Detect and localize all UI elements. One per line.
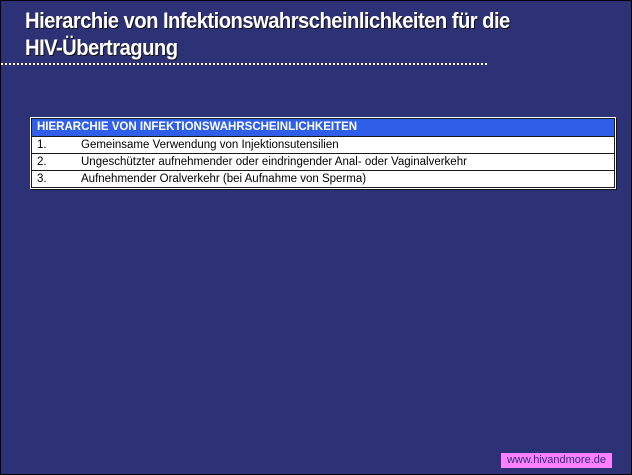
row-number: 1. (37, 139, 47, 151)
table-header: HIERARCHIE VON INFEKTIONSWAHRSCHEINLICHK… (31, 118, 615, 137)
table-row: 1. Gemeinsame Verwendung von Injektionsu… (31, 137, 615, 154)
row-number: 2. (37, 156, 47, 168)
row-number: 3. (37, 173, 47, 185)
hierarchy-table: HIERARCHIE VON INFEKTIONSWAHRSCHEINLICHK… (30, 117, 616, 189)
title-line-1: Hierarchie von Infektionswahrscheinlichk… (25, 8, 510, 33)
row-text: Ungeschützter aufnehmender oder eindring… (81, 156, 467, 168)
title-line-2: HIV-Übertragung (25, 35, 178, 60)
slide: Hierarchie von Infektionswahrscheinlichk… (0, 0, 632, 475)
slide-title: Hierarchie von Infektionswahrscheinlichk… (25, 7, 568, 61)
title-divider (1, 63, 487, 65)
table-row: 2. Ungeschützter aufnehmender oder eindr… (31, 154, 615, 171)
website-link[interactable]: www.hivandmore.de (500, 453, 612, 468)
row-text: Aufnehmender Oralverkehr (bei Aufnahme v… (81, 173, 367, 185)
table-row: 3. Aufnehmender Oralverkehr (bei Aufnahm… (31, 171, 615, 188)
row-text: Gemeinsame Verwendung von Injektionsuten… (81, 139, 339, 151)
